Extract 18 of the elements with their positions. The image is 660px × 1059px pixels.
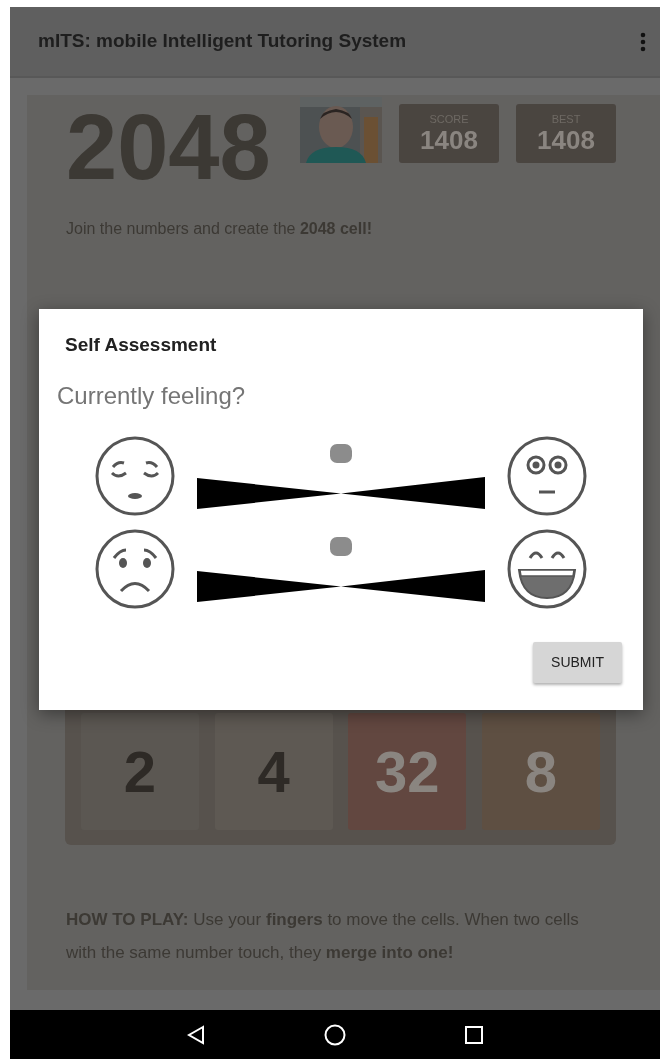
recents-icon[interactable] <box>465 1025 483 1044</box>
laughing-face-icon <box>506 528 588 610</box>
tile: 8 <box>481 713 600 830</box>
dialog-title: Self Assessment <box>65 333 218 357</box>
slider-thumb[interactable] <box>330 444 352 463</box>
question-text: Currently feeling? <box>57 380 247 411</box>
sad-face-icon <box>94 528 176 610</box>
tile: 32 <box>348 713 467 830</box>
score-value: 1408 <box>537 126 595 154</box>
app-title: mITS: mobile Intelligent Tutoring System <box>38 29 407 54</box>
score-value: 1408 <box>420 126 478 154</box>
tired-face-icon <box>94 435 176 517</box>
home-icon[interactable] <box>324 1023 346 1046</box>
back-icon[interactable] <box>187 1024 205 1045</box>
surprised-face-icon <box>506 435 588 517</box>
menu-icon[interactable] <box>640 31 646 52</box>
submit-button[interactable]: SUBMIT <box>533 641 622 683</box>
slider-thumb[interactable] <box>330 537 352 556</box>
